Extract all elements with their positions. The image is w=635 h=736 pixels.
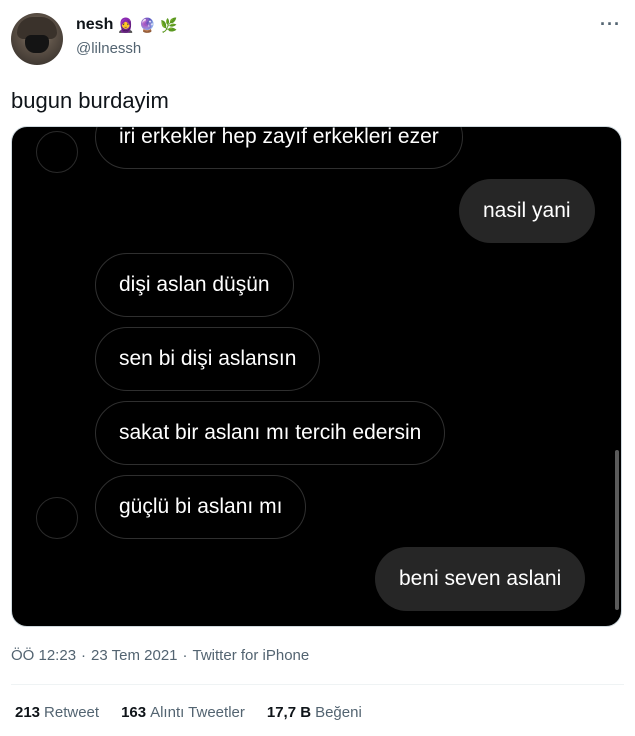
- tweet-source[interactable]: Twitter for iPhone: [193, 647, 310, 664]
- retweet-count: 213: [15, 704, 41, 721]
- tweet-time[interactable]: ÖÖ 12:23: [11, 647, 76, 664]
- user-handle[interactable]: @lilnessh: [76, 40, 141, 57]
- emoji-icon-herb: 🌿: [160, 17, 178, 33]
- tweet-date[interactable]: 23 Tem 2021: [91, 647, 177, 664]
- retweet-label: Retweet: [44, 704, 100, 721]
- divider: [11, 684, 624, 685]
- chat-avatar-icon: [36, 497, 78, 539]
- more-options-icon[interactable]: ···: [600, 14, 621, 35]
- chat-bubble-received: sen bi dişi aslansın: [95, 327, 321, 391]
- author-name-row[interactable]: nesh 🧕 🔮 🌿: [76, 16, 178, 34]
- meta-separator: ·: [182, 647, 188, 664]
- chat-bubble-received: dişi aslan düşün: [95, 253, 294, 317]
- likes-link[interactable]: 17,7 B Beğeni: [267, 704, 362, 721]
- chat-bubble-received: iri erkekler hep zayıf erkekleri ezer: [95, 127, 463, 169]
- chat-bubble-received: güçlü bi aslanı mı: [95, 475, 307, 539]
- avatar[interactable]: [11, 13, 63, 65]
- display-name[interactable]: nesh: [76, 16, 113, 34]
- chat-bubble-received: sakat bir aslanı mı tercih edersin: [95, 401, 446, 465]
- like-count: 17,7 B: [266, 704, 312, 721]
- chat-scrollbar: [615, 450, 619, 610]
- quote-tweets-link[interactable]: 163 Alıntı Tweetler: [121, 704, 245, 721]
- chat-bubble-sent: nasil yani: [459, 179, 595, 243]
- quote-count: 163: [121, 704, 147, 721]
- like-label: Beğeni: [315, 704, 362, 721]
- tweet-meta: ÖÖ 12:23 · 23 Tem 2021 · Twitter for iPh…: [11, 647, 309, 664]
- chat-avatar-icon: [36, 131, 78, 173]
- retweet-count-link[interactable]: 213 Retweet: [15, 704, 99, 721]
- chat-bubble-sent: beni seven aslani: [375, 547, 586, 611]
- tweet-media-image[interactable]: iri erkekler hep zayıf erkekleri ezer na…: [11, 126, 622, 627]
- tweet-text: bugun burdayim: [11, 88, 169, 113]
- tweet-stats: 213 Retweet 163 Alıntı Tweetler 17,7 B Beğe…: [15, 704, 362, 721]
- avatar-mask: [25, 35, 49, 53]
- meta-separator: ·: [81, 647, 87, 664]
- quote-label: Alıntı Tweetler: [150, 704, 245, 721]
- emoji-icon-person: 🧕: [117, 17, 135, 33]
- emoji-icon-crystal-ball: 🔮: [138, 17, 157, 33]
